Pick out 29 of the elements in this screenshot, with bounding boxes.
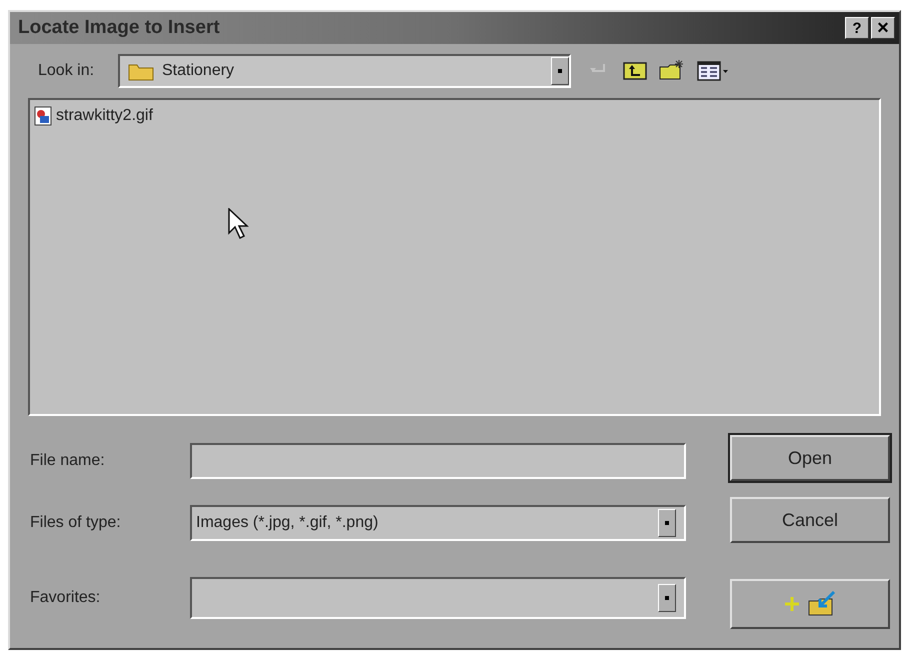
view-menu-icon[interactable] — [697, 59, 729, 83]
window-title: Locate Image to Insert — [18, 16, 221, 40]
file-name-field[interactable] — [190, 443, 686, 479]
help-button[interactable]: ? — [845, 17, 869, 39]
look-in-value: Stationery — [162, 61, 236, 81]
files-of-type-value: Images (*.jpg, *.gif, *.png) — [196, 513, 380, 533]
add-favorite-button[interactable] — [730, 579, 890, 629]
file-item[interactable]: strawkitty2.gif — [34, 104, 153, 128]
file-list[interactable]: strawkitty2.gif — [28, 98, 881, 416]
dropdown-arrow-button[interactable] — [658, 509, 676, 537]
file-name-label: File name: — [30, 451, 106, 471]
files-of-type-label: Files of type: — [30, 513, 122, 533]
cancel-button[interactable]: Cancel — [730, 497, 890, 543]
folder-arrow-icon — [808, 591, 836, 617]
favorites-label: Favorites: — [30, 588, 102, 608]
open-button[interactable]: Open — [730, 435, 890, 481]
favorites-dropdown[interactable] — [190, 577, 686, 619]
dropdown-arrow-button[interactable] — [551, 57, 569, 85]
plus-icon — [784, 596, 800, 612]
look-in-label: Look in: — [38, 61, 96, 81]
files-of-type-dropdown[interactable]: Images (*.jpg, *.gif, *.png) — [190, 505, 686, 541]
caret-icon — [665, 596, 669, 600]
image-file-icon — [34, 106, 52, 126]
dropdown-arrow-button[interactable] — [658, 584, 676, 612]
close-button[interactable]: × — [871, 17, 895, 39]
caret-icon — [558, 69, 562, 73]
mouse-pointer-icon — [228, 208, 250, 240]
look-in-dropdown[interactable]: Stationery — [118, 54, 571, 88]
caret-icon — [665, 521, 669, 525]
